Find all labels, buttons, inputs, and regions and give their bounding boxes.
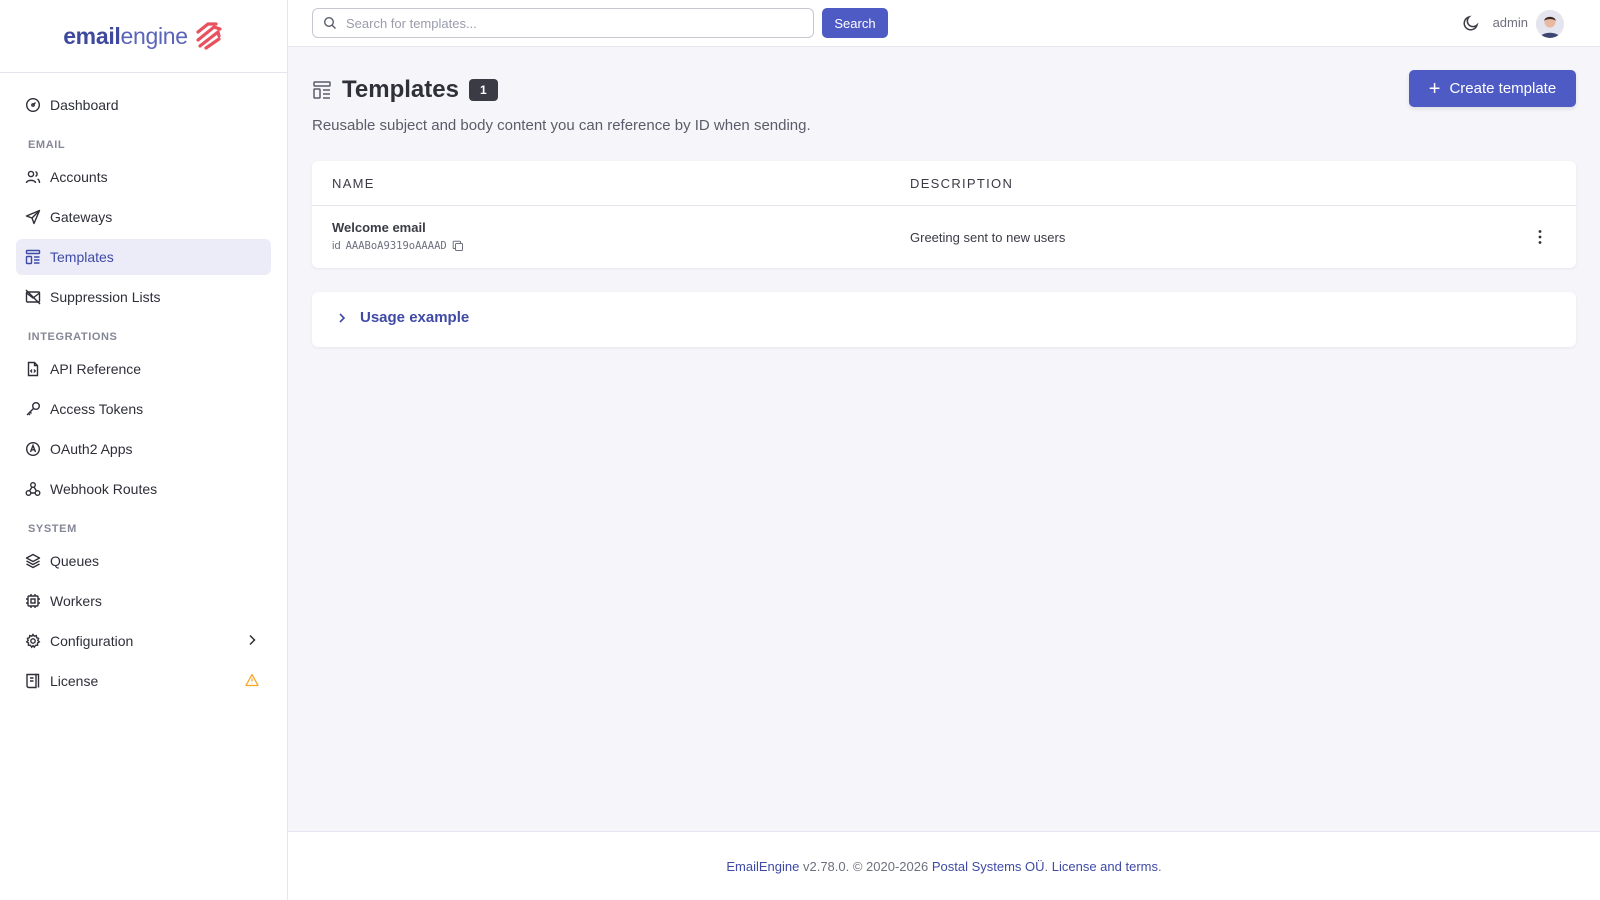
sidebar-item-label: Suppression Lists [50,289,161,305]
sidebar-item-configuration[interactable]: Configuration [16,623,271,659]
footer-company-link[interactable]: Postal Systems OÜ [932,859,1045,874]
usage-example-toggle[interactable]: Usage example [336,309,469,326]
sidebar-item-label: Accounts [50,169,108,185]
brand-logo-link[interactable]: emailengine [0,0,287,73]
sidebar-item-workers[interactable]: Workers [16,583,271,619]
sidebar-item-queues[interactable]: Queues [16,543,271,579]
sidebar-item-api-reference[interactable]: API Reference [16,351,271,387]
moon-icon[interactable] [1462,14,1480,32]
plus-icon: + [1428,77,1441,100]
footer-product-link[interactable]: EmailEngine [726,859,799,874]
search-box[interactable] [312,8,814,38]
count-badge: 1 [468,79,498,101]
sidebar-item-label: Gateways [50,209,113,225]
send-icon [25,209,41,225]
settings-icon [25,633,41,649]
more-actions-icon[interactable] [1530,226,1550,248]
stack-icon [25,553,41,569]
column-header-name: NAME [332,176,375,191]
sidebar-item-label: Webhook Routes [50,481,158,497]
sidebar-item-label: Templates [50,249,114,265]
main-content: Templates 1 Reusable subject and body co… [288,47,1600,900]
footer: EmailEngine v2.78.0. © 2020-2026 Postal … [288,831,1600,900]
file-code-icon [25,361,41,377]
sidebar-item-label: API Reference [50,361,142,377]
sidebar-item-label: Dashboard [50,97,119,113]
chevron-right-icon [339,312,346,323]
create-template-label: Create template [1449,80,1557,97]
sidebar-item-access-tokens[interactable]: Access Tokens [16,391,271,427]
sidebar-item-webhook-routes[interactable]: Webhook Routes [16,471,271,507]
brand-logo-icon [196,22,222,50]
sidebar-item-label: Access Tokens [50,401,144,417]
table-row: Welcome email id AAABoA9319oAAAAD Greeti… [312,206,1576,268]
search-icon [323,16,336,29]
sidebar-item-suppression-lists[interactable]: Suppression Lists [16,279,271,315]
footer-separator: . [1044,858,1052,874]
sidebar: emailengine Dashboard EMAIL Accounts Gat… [0,0,288,900]
cpu-icon [25,593,41,609]
copy-icon[interactable] [452,240,464,252]
sidebar-item-label: License [50,673,99,689]
sidebar-item-label: Workers [50,593,102,609]
avatar[interactable] [1536,10,1564,38]
sidebar-item-license[interactable]: License [16,663,271,699]
key-icon [25,401,41,417]
page-title: Templates [342,76,459,103]
alert-triangle-icon [245,673,259,687]
avatar-icon [1536,10,1564,38]
template-icon [25,249,41,265]
webhook-icon [25,481,41,497]
sidebar-item-label: Configuration [50,633,134,649]
license-icon [25,673,41,689]
footer-end: . [1158,858,1162,874]
sidebar-nav: Dashboard EMAIL Accounts Gateways Templa… [0,73,287,699]
template-icon [313,81,331,99]
templates-table: NAME DESCRIPTION Welcome email id AAABoA… [312,161,1576,268]
search-button[interactable]: Search [822,8,888,38]
users-icon [25,169,41,185]
sidebar-section-email: EMAIL [28,139,66,151]
template-id: id AAABoA9319oAAAAD [332,240,464,252]
template-description: Greeting sent to new users [910,230,1066,245]
sidebar-item-gateways[interactable]: Gateways [16,199,271,235]
brand-openai-icon [25,441,41,457]
usage-example-panel: Usage example [312,292,1576,347]
template-name-link[interactable]: Welcome email [332,220,426,235]
sidebar-item-label: Queues [50,553,100,569]
usage-example-label: Usage example [360,309,470,326]
sidebar-item-templates[interactable]: Templates [16,239,271,275]
topbar: Search admin [288,0,1600,47]
sidebar-item-dashboard[interactable]: Dashboard [16,87,271,123]
table-header: NAME DESCRIPTION [312,161,1576,206]
sidebar-item-label: OAuth2 Apps [50,441,133,457]
brand-name: emailengine [63,22,188,49]
sidebar-section-integrations: INTEGRATIONS [28,331,118,343]
template-id-value: AAABoA9319oAAAAD [345,240,447,252]
create-template-button[interactable]: + Create template [1409,70,1576,107]
page-subtitle: Reusable subject and body content you ca… [312,117,811,134]
chevron-right-icon [245,633,259,647]
sidebar-section-system: SYSTEM [28,523,77,535]
search-input[interactable] [346,15,786,31]
sidebar-item-accounts[interactable]: Accounts [16,159,271,195]
footer-version: v2.78.0. © 2020-2026 [799,858,932,874]
user-name[interactable]: admin [1493,15,1528,30]
column-header-description: DESCRIPTION [910,176,1014,191]
footer-license-link[interactable]: License and terms [1052,859,1158,874]
dashboard-icon [25,97,41,113]
template-id-label: id [332,240,341,252]
mail-off-icon [25,289,41,305]
sidebar-item-oauth2-apps[interactable]: OAuth2 Apps [16,431,271,467]
page-header: Templates 1 [312,76,498,104]
